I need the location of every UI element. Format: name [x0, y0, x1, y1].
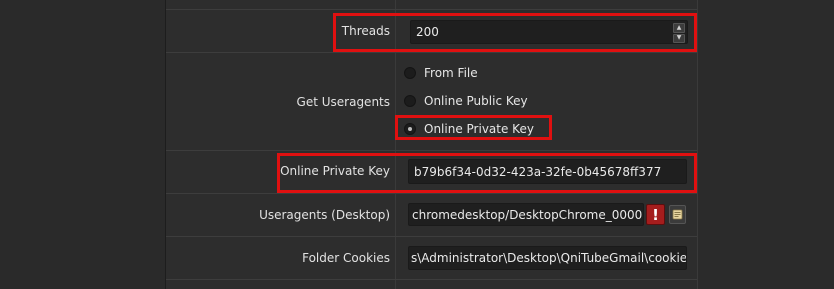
folder-cookies-label: Folder Cookies — [302, 251, 390, 265]
decrement-icon[interactable]: ▼ — [673, 33, 685, 43]
right-panel-strip — [697, 0, 834, 289]
online-private-key-label: Online Private Key — [280, 164, 390, 178]
radio-online-public-key[interactable]: Online Public Key — [404, 94, 528, 108]
online-private-key-input[interactable]: b79b6f34-0d32-423a-32fe-0b45678ff377 — [408, 159, 687, 184]
threads-input[interactable]: 200 ▲ ▼ — [410, 20, 688, 44]
radio-label: From File — [424, 66, 478, 80]
useragents-desktop-label: Useragents (Desktop) — [259, 208, 390, 222]
row-divider — [166, 9, 697, 10]
threads-value: 200 — [416, 25, 439, 39]
radio-button[interactable] — [404, 95, 416, 107]
row-divider — [166, 150, 697, 151]
row-divider — [166, 236, 697, 237]
radio-from-file[interactable]: From File — [404, 66, 478, 80]
radio-button-selected[interactable] — [404, 123, 416, 135]
row-divider — [166, 52, 697, 53]
radio-label: Online Public Key — [424, 94, 528, 108]
useragents-desktop-value: chromedesktop/DesktopChrome_000002. — [412, 207, 644, 222]
row-divider — [166, 279, 697, 280]
threads-label: Threads — [341, 24, 390, 38]
folder-browse-icon[interactable] — [669, 205, 686, 224]
useragents-desktop-input[interactable]: chromedesktop/DesktopChrome_000002. — [408, 203, 644, 226]
radio-label: Online Private Key — [424, 122, 534, 136]
threads-spinner[interactable]: ▲ ▼ — [673, 23, 685, 43]
row-divider — [166, 193, 697, 194]
left-panel-strip — [0, 0, 166, 289]
online-private-key-value: b79b6f34-0d32-423a-32fe-0b45678ff377 — [414, 164, 662, 179]
radio-online-private-key[interactable]: Online Private Key — [404, 122, 534, 136]
property-label-column — [166, 0, 396, 289]
radio-button[interactable] — [404, 67, 416, 79]
exclamation-icon[interactable]: ! — [646, 204, 665, 225]
get-useragents-label: Get Useragents — [296, 95, 390, 109]
increment-icon[interactable]: ▲ — [673, 23, 685, 33]
folder-cookies-value: s\Administrator\Desktop\QniTubeGmail\coo… — [411, 251, 687, 265]
folder-cookies-input[interactable]: s\Administrator\Desktop\QniTubeGmail\coo… — [408, 246, 687, 270]
